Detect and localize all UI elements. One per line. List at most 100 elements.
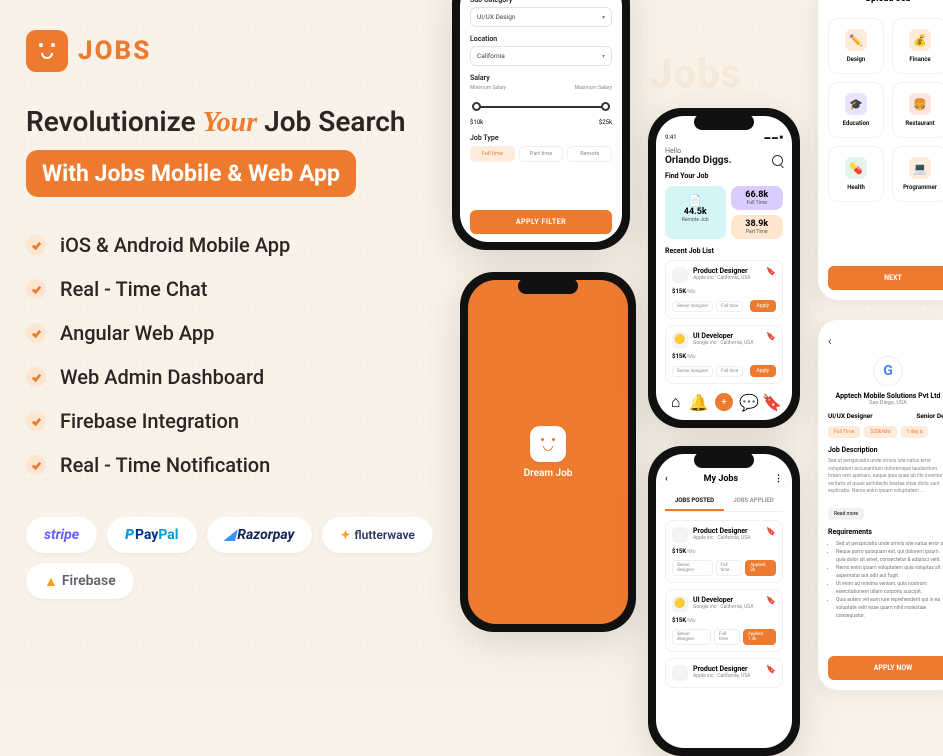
desc-heading: Job Description xyxy=(828,446,943,454)
category-name: Restaurant xyxy=(897,120,943,127)
applied-status: Applied 1.4k xyxy=(743,629,776,645)
read-more-button[interactable]: Read more xyxy=(828,508,864,520)
back-icon[interactable]: ‹ xyxy=(828,334,943,348)
job-sub: Apple inc · California, USA xyxy=(693,673,750,679)
role-title: UI/UX Designer xyxy=(828,412,873,420)
requirement-item: Quis autem vel eum iure reprehenderit qu… xyxy=(836,596,943,620)
apply-button[interactable]: Apply xyxy=(750,365,776,377)
category-name: Programmer xyxy=(897,184,943,191)
bookmark-icon[interactable]: 🔖 xyxy=(766,527,776,536)
page-title: My Jobs xyxy=(704,474,738,484)
tab-applied[interactable]: JOBS APPLIED xyxy=(724,492,783,511)
feature-item: Angular Web App xyxy=(26,321,436,345)
stat-remote[interactable]: 📄 44.5k Remote Job xyxy=(665,186,726,239)
category-icon: 🍔 xyxy=(909,93,931,115)
job-title: Product Designer xyxy=(693,267,750,275)
check-icon xyxy=(26,323,46,343)
category-card[interactable]: ✏️ Design xyxy=(828,18,884,74)
brand-logo-icon xyxy=(26,30,68,72)
company-icon: 🟡 xyxy=(672,332,688,348)
bookmark-icon[interactable]: 🔖 xyxy=(766,596,776,605)
phone-splash: Dream Job xyxy=(460,272,636,632)
job-card[interactable]: 🟡 UI Developer Google inc · California, … xyxy=(665,589,783,652)
find-heading: Find Your Job xyxy=(665,172,783,180)
bookmark-icon[interactable]: 🔖 xyxy=(766,665,776,674)
nav-add-button[interactable]: + xyxy=(715,393,733,411)
category-name: Health xyxy=(833,184,879,191)
job-card[interactable]: Product Designer Apple inc · California,… xyxy=(665,520,783,583)
splash-title: Dream Job xyxy=(524,468,573,479)
integration-logos: stripe PPayPal ◢Razorpay flutterwave Fir… xyxy=(26,517,436,599)
feature-list: iOS & Android Mobile App Real - Time Cha… xyxy=(26,233,436,477)
jobtype-parttime[interactable]: Part time xyxy=(519,146,564,162)
category-name: Design xyxy=(833,56,879,63)
recent-heading: Recent Job List xyxy=(665,247,783,255)
bookmark-icon[interactable]: 🔖 xyxy=(766,332,776,341)
apply-now-button[interactable]: APPLY NOW xyxy=(828,656,943,680)
upload-title: Upload Job xyxy=(828,0,943,4)
nav-home-icon[interactable]: ⌂ xyxy=(669,395,683,409)
category-icon: 💻 xyxy=(909,157,931,179)
panel-upload: Upload Job ✏️ Design 💰 Finance 🎓 Educati… xyxy=(818,0,943,300)
requirement-item: Neque porro quisquam est, qui dolorem ip… xyxy=(836,548,943,564)
subcategory-select[interactable]: UI/UX Design xyxy=(470,7,612,27)
user-name: Orlando Diggs. xyxy=(665,155,732,166)
check-icon xyxy=(26,235,46,255)
check-icon xyxy=(26,455,46,475)
category-icon: ✏️ xyxy=(845,29,867,51)
jobtype-fulltime[interactable]: Full time xyxy=(470,146,515,162)
check-icon xyxy=(26,279,46,299)
job-card[interactable]: Product Designer Apple inc · California,… xyxy=(665,260,783,319)
company-icon: 🟡 xyxy=(672,596,688,612)
category-card[interactable]: 💻 Programmer xyxy=(892,146,943,202)
feature-item: Real - Time Notification xyxy=(26,453,436,477)
role-level: Senior Des xyxy=(916,412,943,420)
job-card[interactable]: Product Designer Apple inc · California,… xyxy=(665,658,783,688)
jobtype-remote[interactable]: Remote xyxy=(567,146,612,162)
category-card[interactable]: 💰 Finance xyxy=(892,18,943,74)
stripe-logo: stripe xyxy=(26,517,97,553)
requirements-list: Sed ut perspiciatis unde omnis iste natu… xyxy=(828,540,943,620)
tab-posted[interactable]: JOBS POSTED xyxy=(665,492,724,511)
nav-bell-icon[interactable]: 🔔 xyxy=(692,395,706,409)
apply-button[interactable]: Apply xyxy=(750,300,776,312)
job-tag: Full time xyxy=(716,301,743,312)
more-icon[interactable]: ⋮ xyxy=(774,474,783,484)
back-icon[interactable]: ‹ xyxy=(665,474,668,484)
job-sub: Google inc · California, USA xyxy=(693,604,754,610)
job-sub: Apple inc · California, USA xyxy=(693,275,750,281)
category-icon: 🎓 xyxy=(845,93,867,115)
apply-filter-button[interactable]: APPLY FILTER xyxy=(470,210,612,234)
firebase-logo: Firebase xyxy=(26,563,134,599)
stat-fulltime[interactable]: 66.8k Full Time xyxy=(731,186,784,210)
paypal-logo: PPayPal xyxy=(107,517,196,553)
job-salary: $15K/Mo xyxy=(672,548,776,555)
feature-item: Real - Time Chat xyxy=(26,277,436,301)
job-card[interactable]: 🟡 UI Developer Google inc · California, … xyxy=(665,325,783,384)
salary-label: Salary xyxy=(470,74,612,82)
location-select[interactable]: California xyxy=(470,46,612,66)
bookmark-icon[interactable]: 🔖 xyxy=(766,267,776,276)
company-icon xyxy=(672,527,688,543)
detail-pill-time: 1 day a xyxy=(901,426,929,438)
applied-status: Applied 2k xyxy=(745,560,776,576)
job-tag: Senior designer xyxy=(672,560,713,576)
feature-item: iOS & Android Mobile App xyxy=(26,233,436,257)
category-card[interactable]: 🎓 Education xyxy=(828,82,884,138)
salary-slider[interactable] xyxy=(470,95,612,117)
category-card[interactable]: 💊 Health xyxy=(828,146,884,202)
search-icon[interactable] xyxy=(772,155,783,166)
nav-bookmark-icon[interactable]: 🔖 xyxy=(765,395,779,409)
detail-pill-salary: $20k/Mo xyxy=(864,426,896,438)
category-card[interactable]: 🍔 Restaurant xyxy=(892,82,943,138)
requirement-item: Sed ut perspiciatis unde omnis iste natu… xyxy=(836,540,943,548)
job-salary: $15K/Mo xyxy=(672,617,776,624)
requirement-item: Ut enim ad minima veniam, quis nostrum e… xyxy=(836,580,943,596)
category-icon: 💰 xyxy=(909,29,931,51)
stat-parttime[interactable]: 38.9k Part Time xyxy=(731,215,784,239)
phone-home: 9:41▬ ▬ ■ Hello Orlando Diggs. Find Your… xyxy=(648,108,800,428)
headline-boxed: With Jobs Mobile & Web App xyxy=(26,150,356,197)
next-button[interactable]: NEXT xyxy=(828,266,943,290)
nav-chat-icon[interactable]: 💬 xyxy=(742,395,756,409)
feature-item: Web Admin Dashboard xyxy=(26,365,436,389)
